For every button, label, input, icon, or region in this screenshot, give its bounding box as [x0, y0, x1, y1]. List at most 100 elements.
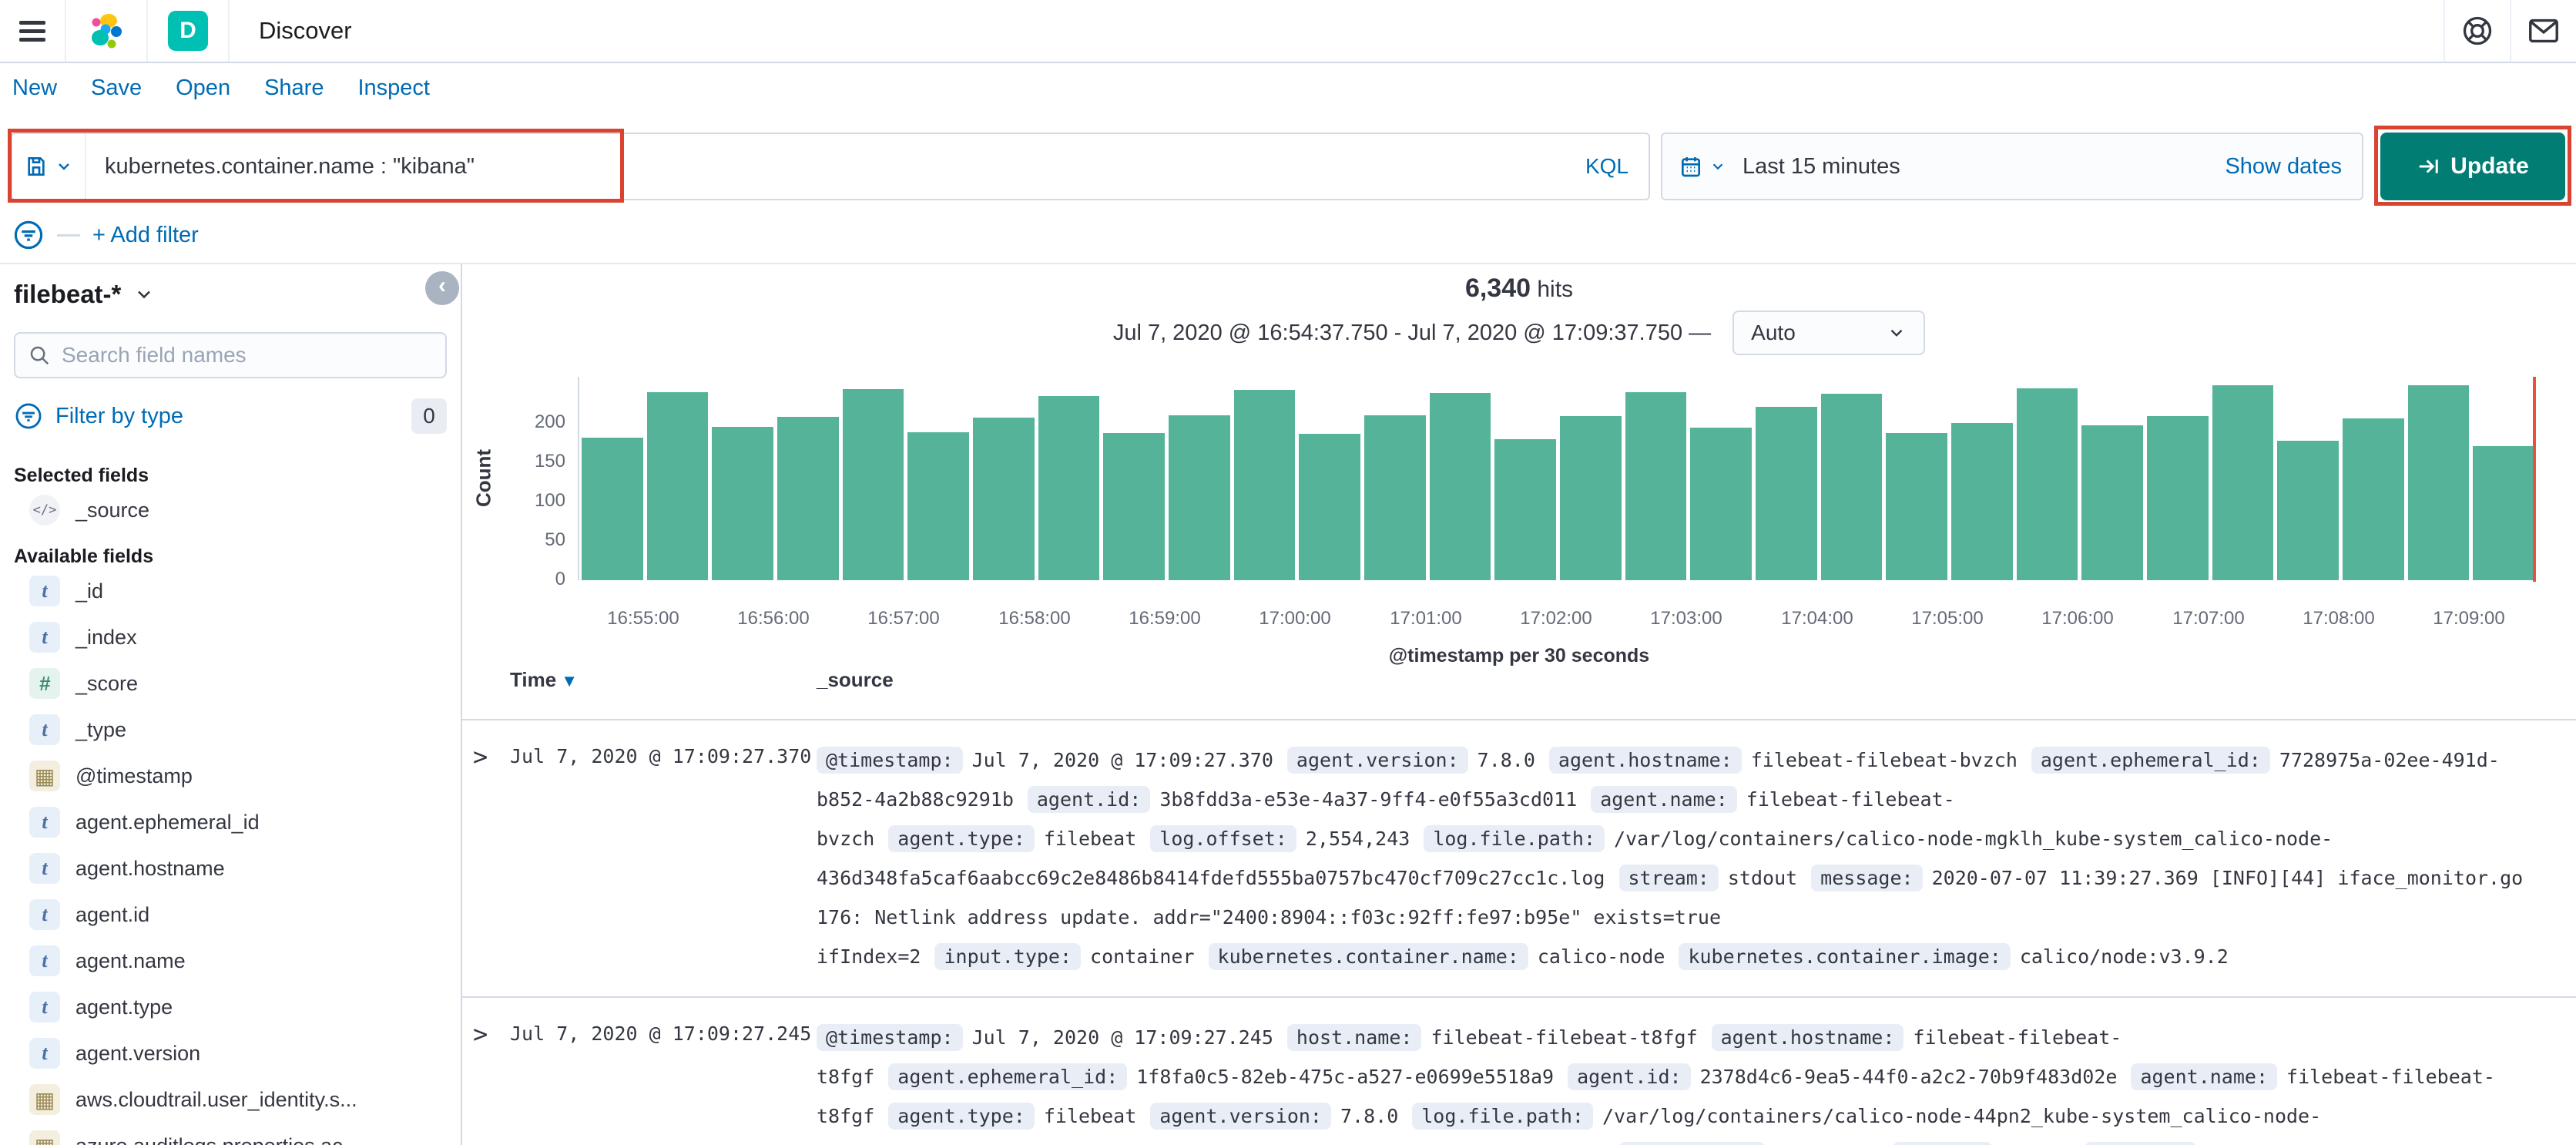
- field-search-input[interactable]: [62, 343, 433, 368]
- expand-row-icon[interactable]: >: [473, 740, 510, 976]
- histogram-bar[interactable]: [2473, 446, 2535, 580]
- save-icon: [28, 157, 45, 176]
- field-item-agent.version[interactable]: t agent.version: [14, 1030, 447, 1076]
- field-item-_id[interactable]: t _id: [14, 568, 447, 614]
- expand-row-icon[interactable]: >: [473, 1018, 510, 1145]
- time-range-label[interactable]: Last 15 minutes: [1742, 154, 2205, 180]
- y-tick-label: 50: [545, 529, 565, 550]
- histogram-bar[interactable]: [2016, 388, 2078, 580]
- field-item-aws.cloudtrail.user_identity.s...[interactable]: ▦ aws.cloudtrail.user_identity.s...: [14, 1076, 447, 1123]
- field-value: filebeat-filebeat-bvzch: [1750, 749, 2018, 771]
- histogram-bar[interactable]: [1690, 428, 1753, 580]
- menu-link-open[interactable]: Open: [176, 76, 230, 101]
- field-item-agent.hostname[interactable]: t agent.hostname: [14, 845, 447, 891]
- histogram-bar[interactable]: [777, 417, 839, 580]
- field-name-badge: agent.hostname:: [1711, 1024, 1904, 1051]
- field-label: agent.hostname: [75, 856, 225, 880]
- histogram-bar[interactable]: [1233, 390, 1296, 580]
- chevron-down-icon: [1890, 329, 1903, 337]
- histogram-bar[interactable]: [1951, 423, 2013, 580]
- field-item-@timestamp[interactable]: ▦ @timestamp: [14, 753, 447, 799]
- histogram-bar[interactable]: [1169, 415, 1230, 580]
- filter-by-type-label: Filter by type: [55, 403, 183, 428]
- field-item-agent.type[interactable]: t agent.type: [14, 984, 447, 1030]
- x-tick-label: 17:00:00: [1259, 608, 1331, 629]
- date-quick-select-button[interactable]: [1662, 134, 1742, 199]
- current-time-marker: [2533, 377, 2536, 582]
- histogram-bar[interactable]: [2081, 425, 2144, 580]
- field-name-badge: @timestamp:: [817, 747, 963, 774]
- histogram-bar[interactable]: [1494, 439, 1557, 580]
- divider: [57, 233, 80, 237]
- histogram-bar[interactable]: [1429, 393, 1491, 580]
- histogram-bar[interactable]: [1625, 392, 1687, 580]
- filter-by-type-button[interactable]: Filter by type 0: [14, 398, 447, 434]
- field-item-_score[interactable]: # _score: [14, 660, 447, 707]
- elastic-logo-button[interactable]: [66, 0, 146, 62]
- field-value: 7.8.0: [1340, 1105, 1399, 1127]
- histogram-bar[interactable]: [2343, 418, 2404, 580]
- x-tick-label: 17:02:00: [1520, 608, 1592, 629]
- menu-button[interactable]: [0, 0, 65, 62]
- source-column-header: _source: [817, 668, 894, 691]
- field-item-_index[interactable]: t _index: [14, 614, 447, 660]
- histogram-bar[interactable]: [1364, 415, 1426, 580]
- histogram-bar[interactable]: [582, 438, 643, 580]
- histogram-bar[interactable]: [1038, 396, 1100, 580]
- field-name-badge: agent.hostname:: [1548, 747, 1742, 774]
- sort-descending-icon: ▼: [561, 671, 578, 690]
- x-tick-label: 16:56:00: [737, 608, 810, 629]
- field-label: _index: [75, 625, 137, 649]
- field-value: Jul 7, 2020 @ 17:09:27.245: [971, 1026, 1273, 1049]
- field-label: agent.id: [75, 902, 150, 926]
- time-column-header[interactable]: Time ▼: [510, 668, 578, 692]
- filter-icon[interactable]: [12, 219, 45, 251]
- collapse-sidebar-button[interactable]: ‹: [425, 271, 459, 305]
- histogram-bar[interactable]: [907, 432, 970, 580]
- x-tick-label: 17:01:00: [1390, 608, 1462, 629]
- field-item-_source[interactable]: </> _source: [14, 487, 447, 533]
- index-pattern-select[interactable]: filebeat-*: [14, 280, 447, 309]
- add-filter-link[interactable]: + Add filter: [92, 223, 199, 248]
- field-value: calico/node:v3.9.2: [2019, 945, 2229, 968]
- histogram-bar[interactable]: [2147, 416, 2209, 580]
- histogram-bar[interactable]: [1560, 416, 1622, 580]
- histogram-bar[interactable]: [1886, 433, 1948, 580]
- field-name-badge: message:: [2085, 1142, 2196, 1145]
- field-item-agent.name[interactable]: t agent.name: [14, 938, 447, 984]
- histogram-bar[interactable]: [1820, 394, 1883, 580]
- histogram-bar[interactable]: [1299, 434, 1361, 580]
- menu-link-share[interactable]: Share: [264, 76, 324, 101]
- saved-query-button[interactable]: [12, 134, 86, 199]
- query-input[interactable]: [86, 153, 1565, 180]
- selected-fields-list: </> _source: [14, 487, 447, 533]
- histogram-bar[interactable]: [2407, 385, 2470, 580]
- menu-link-inspect[interactable]: Inspect: [357, 76, 430, 101]
- histogram-bar[interactable]: [1756, 407, 1817, 580]
- histogram-bar[interactable]: [1103, 433, 1166, 580]
- histogram-bar[interactable]: [842, 389, 904, 580]
- histogram-bar[interactable]: [712, 427, 774, 580]
- field-label: agent.type: [75, 995, 173, 1019]
- update-button[interactable]: Update: [2380, 133, 2565, 200]
- field-item-azure.auditlogs.properties.ac...[interactable]: ▦ azure.auditlogs.properties.ac...: [14, 1123, 447, 1145]
- menu-link-save[interactable]: Save: [91, 76, 142, 101]
- help-button[interactable]: [2445, 0, 2510, 62]
- menu-link-new[interactable]: New: [12, 76, 57, 101]
- field-name-badge: host.name:: [1286, 1024, 1422, 1051]
- field-value: filebeat: [1043, 1105, 1137, 1127]
- show-dates-link[interactable]: Show dates: [2205, 154, 2362, 180]
- field-item-agent.ephemeral_id[interactable]: t agent.ephemeral_id: [14, 799, 447, 845]
- hits-label: hits: [1537, 277, 1574, 302]
- interval-select[interactable]: Auto: [1732, 311, 1926, 355]
- field-item-agent.id[interactable]: t agent.id: [14, 891, 447, 938]
- histogram-bar[interactable]: [973, 418, 1035, 580]
- histogram-bar[interactable]: [2212, 385, 2274, 580]
- x-tick-label: 16:57:00: [867, 608, 940, 629]
- histogram-bar[interactable]: [2277, 441, 2340, 580]
- histogram-bar[interactable]: [646, 392, 709, 580]
- newsfeed-button[interactable]: [2511, 0, 2576, 62]
- help-icon: [2463, 16, 2492, 45]
- field-item-_type[interactable]: t _type: [14, 707, 447, 753]
- query-language-button[interactable]: KQL: [1565, 154, 1649, 179]
